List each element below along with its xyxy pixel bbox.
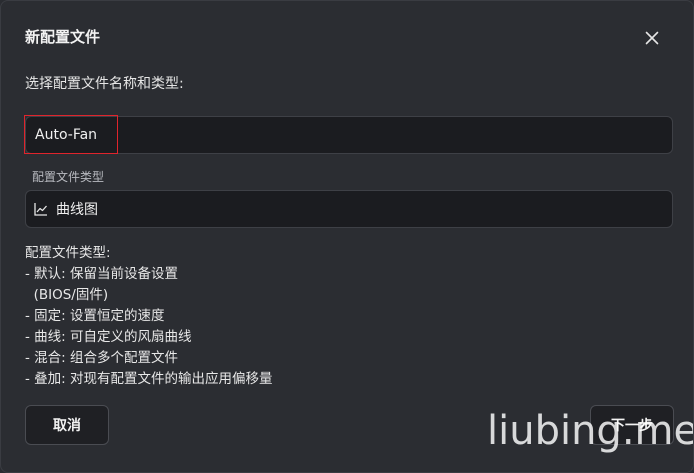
description-line: (BIOS/固件) <box>25 287 109 303</box>
description-line: - 曲线: 可自定义的风扇曲线 <box>25 329 192 345</box>
cancel-button[interactable]: 取消 <box>25 405 109 445</box>
new-profile-dialog: 新配置文件 选择配置文件名称和类型: 配置文件类型 曲线图 配置文件类型: - … <box>0 0 694 473</box>
profile-type-description: 配置文件类型: - 默认: 保留当前设备设置 (BIOS/固件) - 固定: 设… <box>25 243 273 390</box>
dialog-subtitle: 选择配置文件名称和类型: <box>25 76 184 92</box>
profile-type-value: 曲线图 <box>56 202 98 218</box>
profile-name-input[interactable] <box>25 116 673 154</box>
description-line: - 混合: 组合多个配置文件 <box>25 350 179 366</box>
line-chart-icon <box>34 202 48 216</box>
profile-type-select[interactable]: 曲线图 <box>25 190 673 228</box>
description-line: - 固定: 设置恒定的速度 <box>25 308 165 324</box>
close-icon <box>645 31 659 45</box>
description-heading: 配置文件类型: <box>25 245 111 261</box>
dialog-title: 新配置文件 <box>25 28 101 46</box>
close-button[interactable] <box>641 27 663 49</box>
profile-type-label: 配置文件类型 <box>32 170 105 184</box>
next-button[interactable]: 下一步 <box>590 405 674 445</box>
description-line: - 默认: 保留当前设备设置 <box>25 266 179 282</box>
description-line: - 叠加: 对现有配置文件的输出应用偏移量 <box>25 371 273 387</box>
